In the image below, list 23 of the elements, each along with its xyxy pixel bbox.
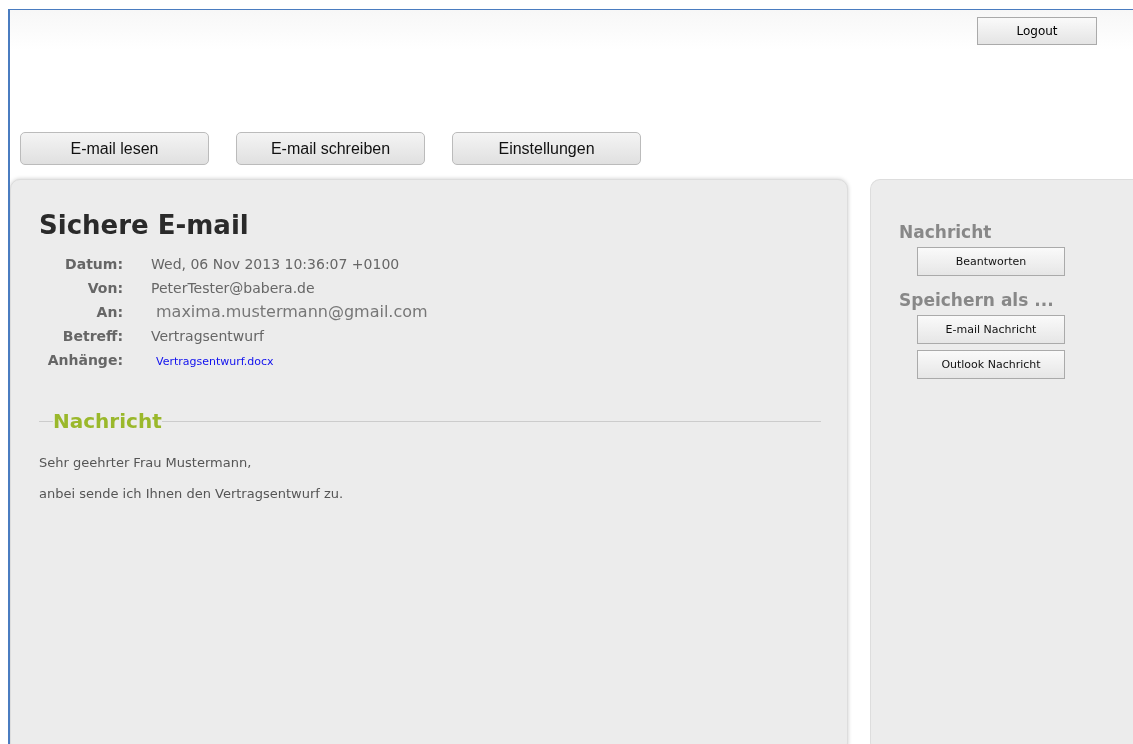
field-label: Datum: — [65, 255, 123, 272]
field-label: An: — [96, 303, 123, 320]
message-text: anbei sende ich Ihnen den Vertragsentwurf zu. — [39, 486, 345, 501]
field-value: maxima.mustermann@gmail.com — [155, 302, 428, 321]
field-value: Vertragsentwurf — [151, 328, 264, 344]
field-label: Betreff: — [62, 327, 123, 344]
attachment-link[interactable]: Vertragsentwurf.docx — [151, 355, 274, 368]
message-text: Sehr geehrter Frau Mustermann, — [39, 455, 253, 470]
action-button[interactable]: E-mail Nachricht — [917, 315, 1065, 344]
logout-button[interactable]: Logout — [977, 17, 1097, 45]
action-button[interactable]: Outlook Nachricht — [917, 350, 1065, 379]
nav-button[interactable]: Einstellungen — [452, 132, 641, 165]
message-heading: Nachricht — [53, 409, 162, 433]
nav-button[interactable]: E-mail schreiben — [236, 132, 425, 165]
section-heading: Speichern als ... — [899, 290, 1054, 310]
field-value: Wed, 06 Nov 2013 10:36:07 +0100 — [151, 256, 400, 272]
nav-button[interactable]: E-mail lesen — [20, 132, 209, 165]
email-title: Sichere E-mail — [39, 210, 250, 240]
field-label: Anhänge: — [47, 351, 123, 368]
action-button[interactable]: Beantworten — [917, 247, 1065, 276]
field-label: Von: — [87, 279, 123, 296]
section-heading: Nachricht — [899, 222, 992, 242]
field-value: PeterTester@babera.de — [151, 280, 315, 296]
